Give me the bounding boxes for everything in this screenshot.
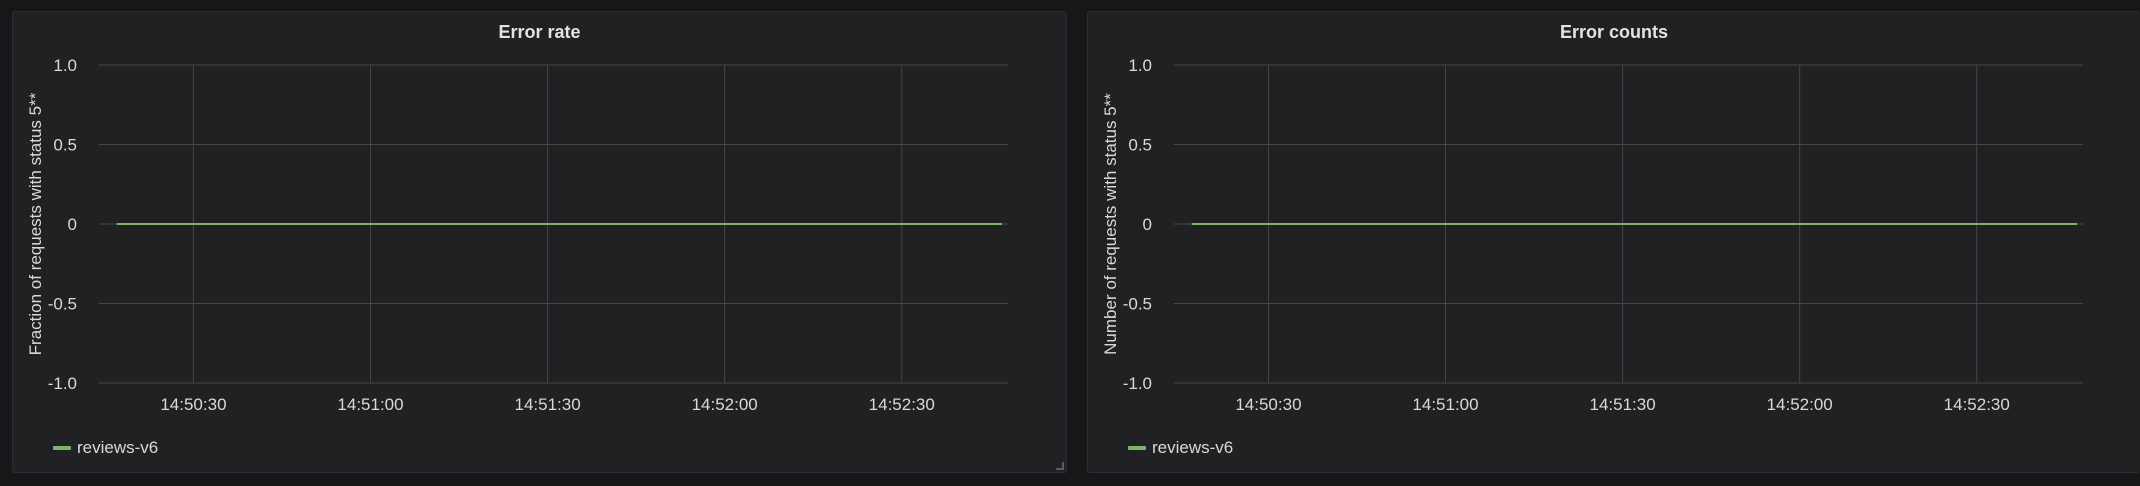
error-counts-chart: 1.0 0.5 0 -0.5 -1.0 14:50:30 14:51:00 14:51:30 1… bbox=[1101, 56, 2083, 414]
y-tick-label: 0.5 bbox=[1128, 136, 1152, 155]
error-counts-panel[interactable]: Error counts 1.0 0.5 0 -0.5 -1.0 14:50:30 14:5… bbox=[1087, 11, 2140, 473]
y-axis-label: Number of requests with status 5** bbox=[1101, 93, 1120, 355]
x-tick-label: 14:52:30 bbox=[1944, 395, 2010, 414]
y-tick-label: 0 bbox=[1143, 215, 1152, 234]
x-tick-label: 14:50:30 bbox=[1235, 395, 1301, 414]
x-tick-label: 14:51:00 bbox=[1412, 395, 1478, 414]
y-tick-label: -1.0 bbox=[48, 374, 77, 393]
x-tick-label: 14:50:30 bbox=[160, 395, 226, 414]
legend-swatch bbox=[1128, 446, 1146, 450]
legend: reviews-v6 bbox=[1128, 438, 1233, 458]
y-axis-label: Fraction of requests with status 5** bbox=[26, 92, 45, 355]
y-tick-label: 0.5 bbox=[53, 136, 77, 155]
legend: reviews-v6 bbox=[53, 438, 158, 458]
x-tick-label: 14:51:30 bbox=[515, 395, 581, 414]
y-tick-label: -1.0 bbox=[1123, 374, 1152, 393]
error-rate-chart: 1.0 0.5 0 -0.5 -1.0 14:50:30 14:51:00 14:51:30 1… bbox=[26, 56, 1008, 414]
legend-series-label[interactable]: reviews-v6 bbox=[1152, 438, 1233, 458]
y-tick-label: 1.0 bbox=[53, 56, 77, 75]
x-tick-label: 14:51:00 bbox=[337, 395, 403, 414]
y-tick-label: -0.5 bbox=[1123, 295, 1152, 314]
y-tick-label: -0.5 bbox=[48, 295, 77, 314]
legend-series-label[interactable]: reviews-v6 bbox=[77, 438, 158, 458]
x-tick-label: 14:52:00 bbox=[692, 395, 758, 414]
x-tick-label: 14:52:00 bbox=[1767, 395, 1833, 414]
error-rate-panel[interactable]: Error rate 1.0 0.5 0 -0.5 -1.0 14:50:30 14:51:… bbox=[12, 11, 1067, 473]
y-tick-label: 0 bbox=[68, 215, 77, 234]
resize-handle[interactable] bbox=[1056, 462, 1064, 470]
dashboard: Error rate 1.0 0.5 0 -0.5 -1.0 14:50:30 14:51:… bbox=[0, 0, 2140, 486]
x-tick-label: 14:52:30 bbox=[869, 395, 935, 414]
legend-swatch bbox=[53, 446, 71, 450]
y-tick-label: 1.0 bbox=[1128, 56, 1152, 75]
x-tick-label: 14:51:30 bbox=[1590, 395, 1656, 414]
